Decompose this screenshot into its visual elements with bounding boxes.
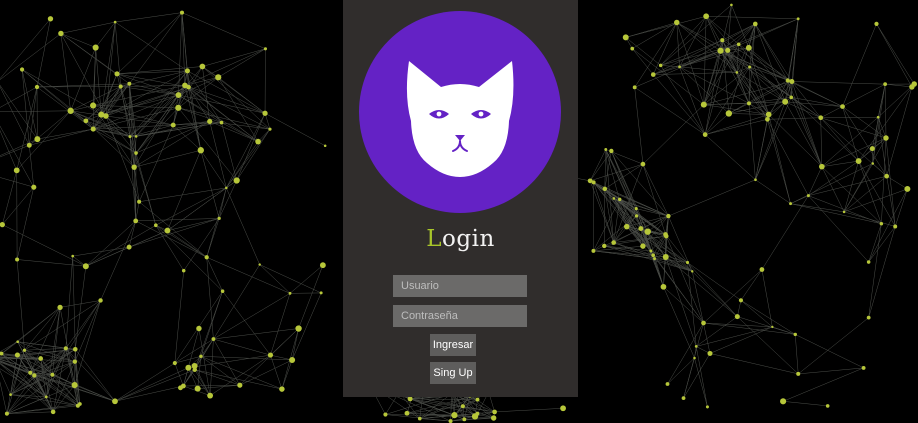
- page-title-rest: ogin: [442, 226, 495, 252]
- password-input[interactable]: [393, 305, 527, 327]
- page-title: Login: [343, 226, 578, 252]
- avatar: [359, 11, 561, 213]
- login-panel: Login Ingresar Sing Up: [343, 0, 578, 397]
- username-input[interactable]: [393, 275, 527, 297]
- signup-button[interactable]: Sing Up: [430, 362, 476, 384]
- login-button[interactable]: Ingresar: [430, 334, 476, 356]
- cat-face-icon: [406, 61, 514, 177]
- page-title-initial: L: [426, 226, 443, 252]
